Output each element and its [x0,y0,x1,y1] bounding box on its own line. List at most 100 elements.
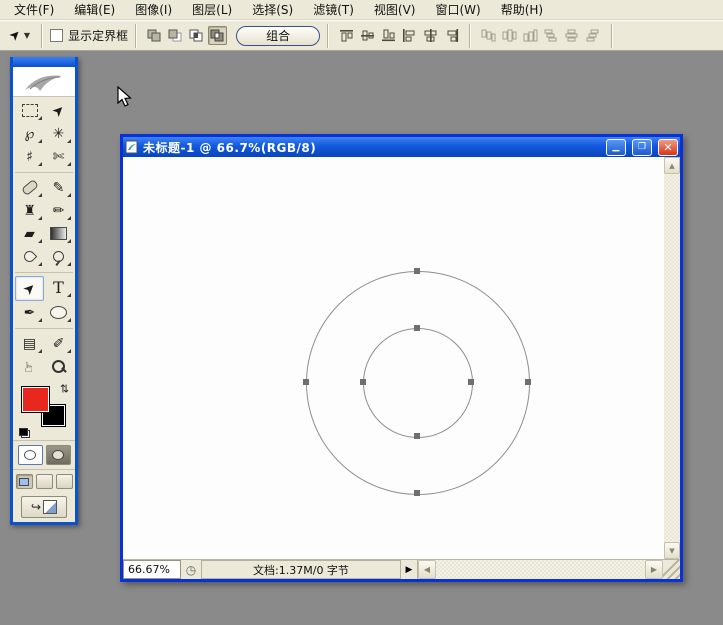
canvas[interactable] [123,157,664,559]
subtract-shape-icon [168,29,183,42]
align-top-edges-icon[interactable] [338,28,355,43]
scroll-right-icon[interactable]: ▶ [645,560,663,579]
tool-preset-picker[interactable]: ➤ ▼ [6,26,34,45]
blur-tool[interactable] [15,245,44,268]
subtract-from-shape-area-button[interactable] [166,26,185,45]
menu-file[interactable]: 文件(F) [4,0,64,20]
show-bounding-box-option[interactable]: 显示定界框 [50,27,128,44]
quick-mask-mode-button[interactable] [46,445,71,465]
slice-tool[interactable]: ✄ [44,145,73,168]
standard-mode-button[interactable] [18,445,43,465]
intersect-shape-areas-button[interactable] [187,26,206,45]
screen-icon [19,478,29,486]
notes-tool[interactable]: ▤ [15,332,44,355]
menu-filter[interactable]: 滤镜(T) [303,0,364,20]
brush-tool[interactable]: ✎ [44,176,73,199]
menu-help[interactable]: 帮助(H) [491,0,553,20]
shape-path-circle[interactable] [363,328,473,438]
eyedropper-icon: ✐ [53,337,65,351]
anchor-point[interactable] [414,268,420,274]
dodge-tool[interactable] [44,245,73,268]
anchor-point[interactable] [525,379,531,385]
swap-colors-icon[interactable]: ⇄ [58,384,71,393]
add-to-shape-area-button[interactable] [145,26,164,45]
anchor-point[interactable] [303,379,309,385]
move-tool[interactable]: ➤ [44,99,73,122]
align-bottom-edges-icon[interactable] [380,28,397,43]
distribute-left-edges-icon [543,28,560,43]
rectangular-marquee-tool[interactable] [15,99,44,122]
eraser-tool[interactable]: ▰ [15,222,44,245]
vertical-scroll-track[interactable] [664,174,680,542]
foreground-color-swatch[interactable] [21,386,50,413]
mask-mode-row [13,440,75,469]
pen-icon: ✒ [24,306,36,320]
healing-brush-tool[interactable] [15,176,44,199]
align-horizontal-centers-icon[interactable] [422,28,439,43]
crop-tool[interactable]: ♯ [15,145,44,168]
toolbox-palette: ➤ ℘ ✳ ♯ ✄ ✎ ♜ ✏ ▰ ➤ T ✒ ▤ ✐ ☞ [10,57,78,525]
distribute-horizontal-centers-icon [564,28,581,43]
path-selection-icon: ➤ [20,279,38,297]
gradient-tool[interactable] [44,222,73,245]
document-title-bar[interactable]: 未标题-1 @ 66.7%(RGB/8) ▁ ❐ ✕ [123,137,680,157]
ellipse-shape-icon [50,306,67,319]
shape-tool[interactable] [44,301,73,324]
combine-button[interactable]: 组合 [236,26,320,46]
anchor-point[interactable] [468,379,474,385]
clone-stamp-tool[interactable]: ♜ [15,199,44,222]
quick-mask-icon [52,450,64,460]
type-icon: T [53,280,64,296]
toolbox-title-bar[interactable] [13,57,75,67]
menu-select[interactable]: 选择(S) [242,0,303,20]
align-left-edges-icon[interactable] [401,28,418,43]
anchor-point[interactable] [414,433,420,439]
intersect-shape-icon [189,29,204,42]
menu-image[interactable]: 图像(I) [125,0,182,20]
menu-view[interactable]: 视图(V) [364,0,426,20]
menu-edit[interactable]: 编辑(E) [64,0,125,20]
align-vertical-centers-icon[interactable] [359,28,376,43]
menu-window[interactable]: 窗口(W) [425,0,490,20]
hand-tool[interactable]: ☞ [15,355,44,378]
horizontal-scroll-track[interactable] [436,560,645,579]
close-button[interactable]: ✕ [658,139,678,156]
anchor-point[interactable] [360,379,366,385]
hand-icon: ☞ [23,360,37,373]
fullscreen-mode-button[interactable] [56,474,73,489]
align-right-edges-icon[interactable] [443,28,460,43]
magic-wand-tool[interactable]: ✳ [44,122,73,145]
vertical-scrollbar[interactable]: ▲ ▼ [664,157,680,559]
path-selection-tool[interactable]: ➤ [15,276,44,301]
status-flyout-icon[interactable]: ▶ [401,560,418,579]
standard-screen-mode-button[interactable] [16,474,33,489]
jump-to-imageready-button[interactable]: ↪ [21,496,67,518]
menu-layer[interactable]: 图层(L) [182,0,242,20]
pen-tool[interactable]: ✒ [15,301,44,324]
show-bounding-box-checkbox[interactable] [50,29,63,42]
minimize-button[interactable]: ▁ [606,139,626,156]
exclude-overlapping-shape-areas-button[interactable] [208,26,227,45]
distribute-bottom-edges-icon [522,28,539,43]
timer-icon[interactable]: ◷ [181,560,201,579]
resize-grip[interactable] [663,560,680,579]
eyedropper-tool[interactable]: ✐ [44,332,73,355]
anchor-point[interactable] [414,490,420,496]
horizontal-scrollbar[interactable]: ◀ ▶ [418,560,663,579]
lasso-tool[interactable]: ℘ [15,122,44,145]
menu-bar: 文件(F) 编辑(E) 图像(I) 图层(L) 选择(S) 滤镜(T) 视图(V… [0,0,723,20]
maximize-button[interactable]: ❐ [632,139,652,156]
scroll-left-icon[interactable]: ◀ [418,560,436,579]
zoom-percentage-field[interactable]: 66.67% [123,560,181,579]
anchor-point[interactable] [414,325,420,331]
chevron-down-icon: ▼ [24,31,30,40]
default-colors-icon[interactable] [19,428,30,438]
fullscreen-with-menu-button[interactable] [36,474,53,489]
type-tool[interactable]: T [44,276,73,299]
history-brush-tool[interactable]: ✏ [44,199,73,222]
scroll-down-icon[interactable]: ▼ [664,542,680,559]
history-brush-icon: ✏ [53,204,65,218]
zoom-magnifier-icon [52,360,65,373]
scroll-up-icon[interactable]: ▲ [664,157,680,174]
zoom-tool[interactable] [44,355,73,378]
